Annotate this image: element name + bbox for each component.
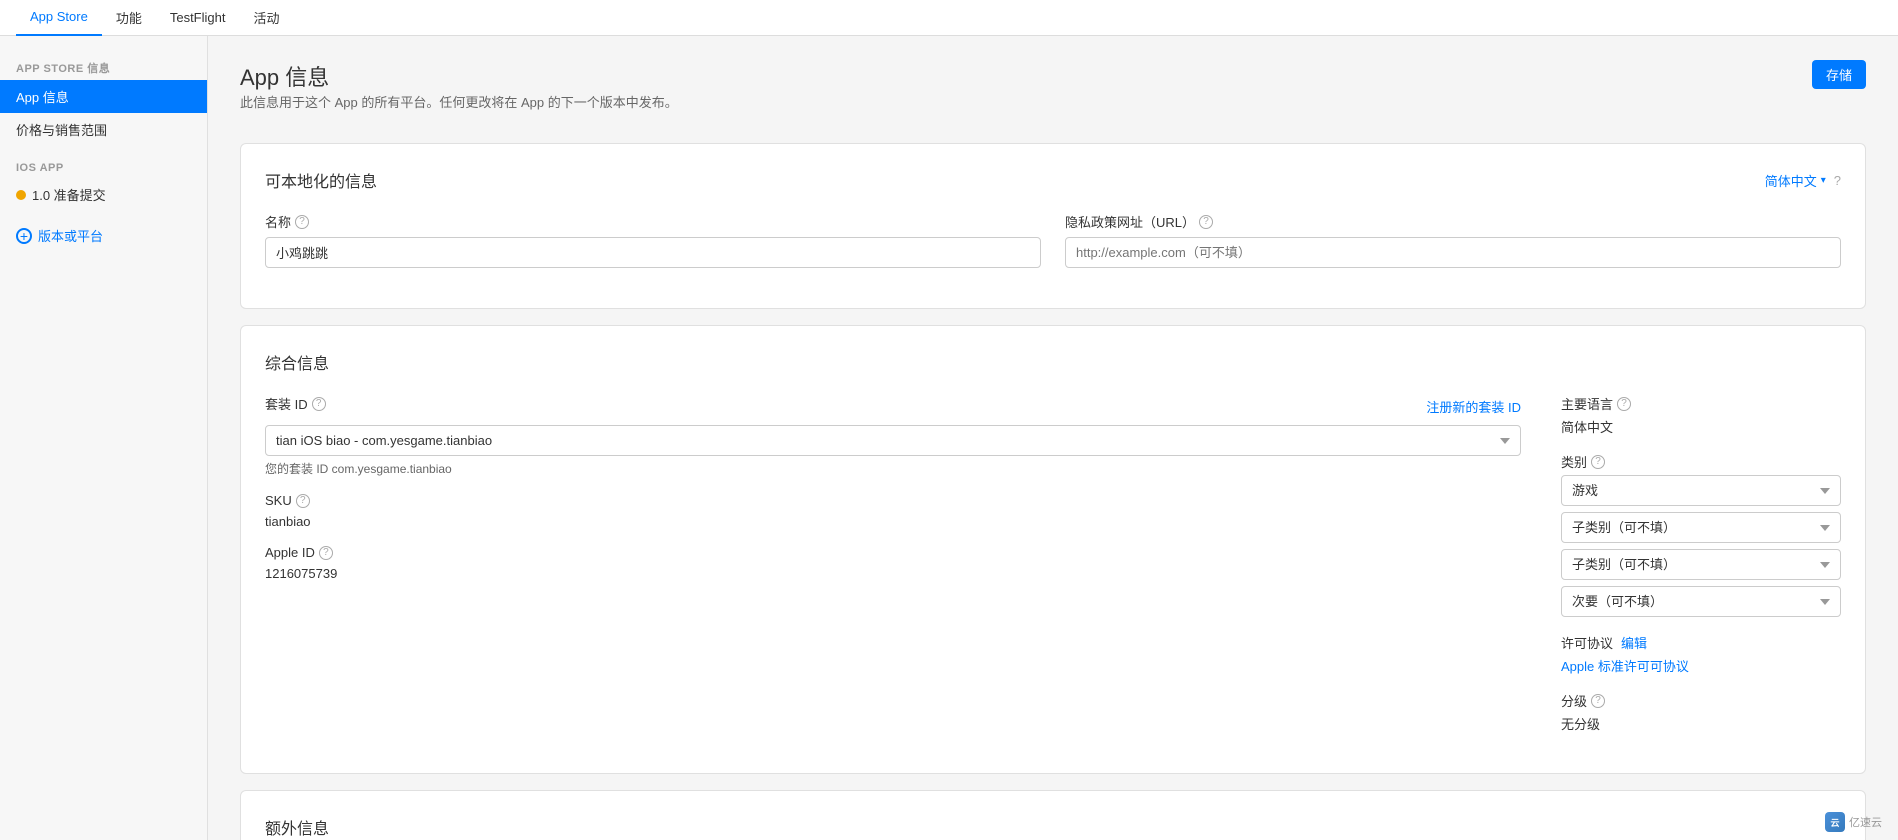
- sub-category-1-select[interactable]: 子类别（可不填）: [1561, 512, 1841, 543]
- sidebar-section-ios: iOS APP: [0, 146, 207, 178]
- sku-value: tianbiao: [265, 514, 1521, 529]
- apple-id-help-icon[interactable]: ?: [319, 546, 333, 560]
- sub-category-2-select[interactable]: 子类别（可不填）: [1561, 549, 1841, 580]
- category-field: 类别 ? 游戏 子类别（可不填） 子类别（可不填）: [1561, 452, 1841, 617]
- name-field-group: 名称 ?: [265, 212, 1041, 268]
- register-bundle-id-link[interactable]: 注册新的套装 ID: [1426, 397, 1521, 416]
- sidebar-item-app-info[interactable]: App 信息: [0, 80, 207, 113]
- category-label: 类别 ?: [1561, 452, 1841, 471]
- bundle-id-note: 您的套装 ID com.yesgame.tianbiao: [265, 460, 1521, 477]
- apple-id-value: 1216075739: [265, 566, 1521, 581]
- language-selector[interactable]: 简体中文 ▾ ?: [1765, 171, 1841, 190]
- footer-brand-name: 亿速云: [1849, 814, 1882, 830]
- extra-section-title: 额外信息: [265, 815, 1841, 839]
- sidebar-add-platform[interactable]: + 版本或平台: [0, 219, 207, 252]
- page-subtitle: 此信息用于这个 App 的所有平台。任何更改将在 App 的下一个版本中发布。: [240, 92, 678, 111]
- apple-id-label: Apple ID ?: [265, 545, 1521, 560]
- privacy-url-field-group: 隐私政策网址（URL） ?: [1065, 212, 1841, 268]
- add-platform-icon: +: [16, 228, 32, 244]
- top-nav: App Store 功能 TestFlight 活动: [0, 0, 1898, 36]
- bundle-id-header: 套装 ID ? 注册新的套装 ID: [265, 394, 1521, 419]
- category-help-icon[interactable]: ?: [1591, 455, 1605, 469]
- secondary-category-select[interactable]: 次要（可不填）: [1561, 586, 1841, 617]
- license-label: 许可协议 编辑: [1561, 633, 1841, 652]
- primary-language-help-icon[interactable]: ?: [1617, 397, 1631, 411]
- rating-help-icon[interactable]: ?: [1591, 694, 1605, 708]
- sku-group: SKU ? tianbiao: [265, 493, 1521, 529]
- license-edit-link[interactable]: 编辑: [1621, 633, 1647, 652]
- bundle-id-help-icon[interactable]: ?: [312, 397, 326, 411]
- sidebar-item-version[interactable]: 1.0 准备提交: [0, 178, 207, 211]
- rating-label: 分级 ?: [1561, 691, 1841, 710]
- sku-label: SKU ?: [265, 493, 1521, 508]
- page-header: App 信息 此信息用于这个 App 的所有平台。任何更改将在 App 的下一个…: [240, 60, 1866, 135]
- nav-features[interactable]: 功能: [102, 0, 156, 36]
- main-content: App 信息 此信息用于这个 App 的所有平台。任何更改将在 App 的下一个…: [208, 36, 1898, 840]
- footer-brand: 云 亿速云: [1825, 812, 1882, 832]
- localizable-section-header: 可本地化的信息 简体中文 ▾ ?: [265, 168, 1841, 192]
- comprehensive-right: 主要语言 ? 简体中文 类别 ? 游戏: [1561, 394, 1841, 749]
- add-platform-label: 版本或平台: [38, 226, 103, 245]
- nav-app-store[interactable]: App Store: [16, 0, 102, 36]
- comprehensive-left: 套装 ID ? 注册新的套装 ID tian iOS biao - com.ye…: [265, 394, 1521, 749]
- extra-section: 额外信息: [240, 790, 1866, 840]
- apple-id-group: Apple ID ? 1216075739: [265, 545, 1521, 581]
- save-button[interactable]: 存储: [1812, 60, 1866, 89]
- name-help-icon[interactable]: ?: [295, 215, 309, 229]
- privacy-url-label: 隐私政策网址（URL） ?: [1065, 212, 1841, 231]
- app-layout: APP STORE 信息 App 信息 价格与销售范围 iOS APP 1.0 …: [0, 36, 1898, 840]
- sidebar-item-pricing[interactable]: 价格与销售范围: [0, 113, 207, 146]
- comprehensive-section: 综合信息 套装 ID ? 注册新的套装 ID t: [240, 325, 1866, 774]
- license-field: 许可协议 编辑 Apple 标准许可可协议: [1561, 633, 1841, 675]
- privacy-url-help-icon[interactable]: ?: [1199, 215, 1213, 229]
- bundle-id-label: 套装 ID ?: [265, 394, 326, 413]
- language-selector-label: 简体中文: [1765, 171, 1817, 190]
- version-dot: [16, 190, 26, 200]
- primary-language-label: 主要语言 ?: [1561, 394, 1841, 413]
- nav-activity[interactable]: 活动: [239, 0, 293, 36]
- localizable-form-row: 名称 ? 隐私政策网址（URL） ?: [265, 212, 1841, 268]
- rating-value: 无分级: [1561, 714, 1841, 733]
- page-title: App 信息: [240, 60, 678, 92]
- rating-field: 分级 ? 无分级: [1561, 691, 1841, 733]
- bundle-id-group: 套装 ID ? 注册新的套装 ID tian iOS biao - com.ye…: [265, 394, 1521, 477]
- license-link-row: Apple 标准许可可协议: [1561, 656, 1841, 675]
- apple-license-link[interactable]: Apple 标准许可可协议: [1561, 659, 1689, 674]
- bundle-id-select[interactable]: tian iOS biao - com.yesgame.tianbiao: [265, 425, 1521, 456]
- nav-testflight[interactable]: TestFlight: [156, 0, 240, 36]
- version-label: 1.0 准备提交: [32, 185, 106, 204]
- chevron-down-icon: ▾: [1821, 175, 1826, 186]
- primary-language-value: 简体中文: [1561, 417, 1841, 436]
- comprehensive-layout: 套装 ID ? 注册新的套装 ID tian iOS biao - com.ye…: [265, 394, 1841, 749]
- localizable-section-title: 可本地化的信息: [265, 168, 377, 192]
- sidebar-section-app-store: APP STORE 信息: [0, 52, 207, 80]
- name-input[interactable]: [265, 237, 1041, 268]
- help-question-icon: ?: [1834, 173, 1841, 188]
- comprehensive-section-title: 综合信息: [265, 350, 1841, 374]
- privacy-url-input[interactable]: [1065, 237, 1841, 268]
- sidebar: APP STORE 信息 App 信息 价格与销售范围 iOS APP 1.0 …: [0, 36, 208, 840]
- primary-language-field: 主要语言 ? 简体中文: [1561, 394, 1841, 436]
- sku-help-icon[interactable]: ?: [296, 494, 310, 508]
- localizable-section: 可本地化的信息 简体中文 ▾ ? 名称 ? 隐私政策网址（UR: [240, 143, 1866, 309]
- category-select[interactable]: 游戏: [1561, 475, 1841, 506]
- name-label: 名称 ?: [265, 212, 1041, 231]
- footer-logo-icon: 云: [1825, 812, 1845, 832]
